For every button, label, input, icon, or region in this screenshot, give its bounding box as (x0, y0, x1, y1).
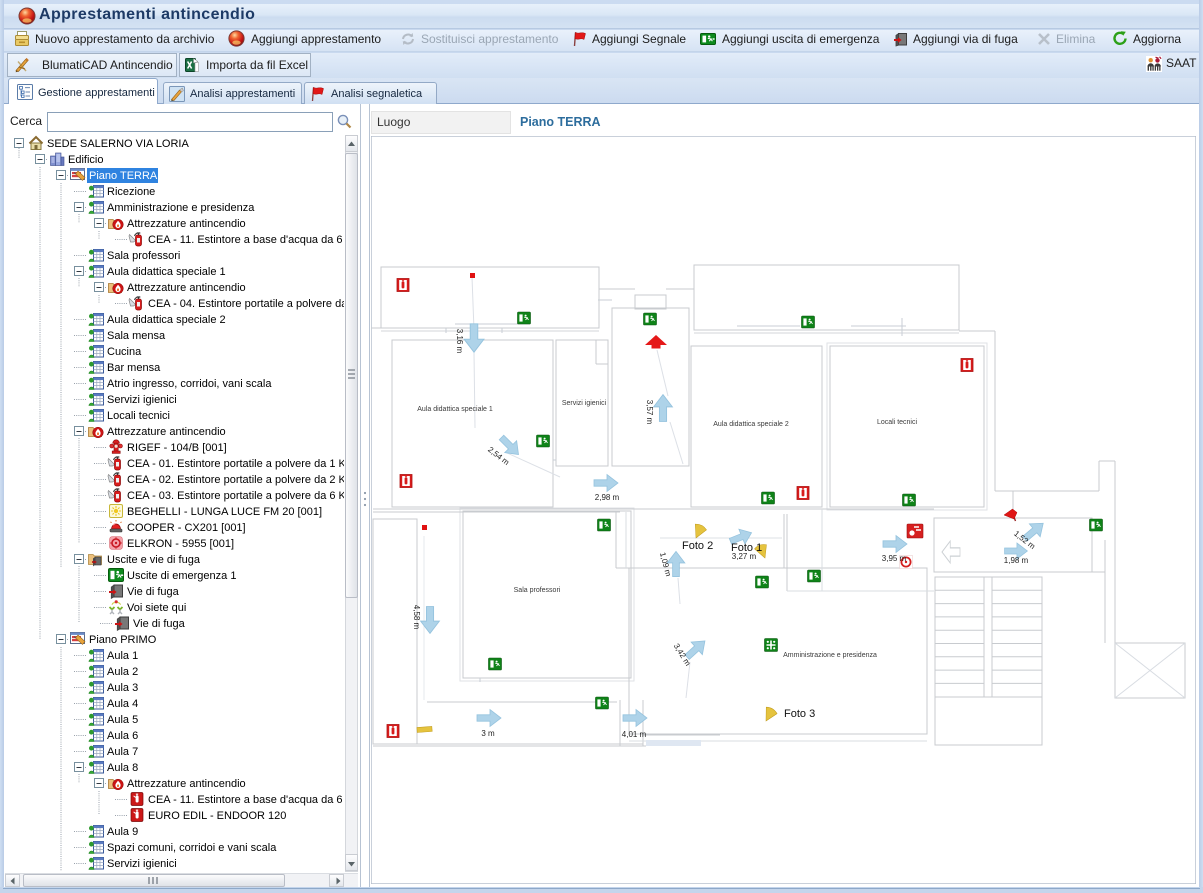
svg-text:Foto 2: Foto 2 (682, 540, 713, 552)
svg-text:Servizi igienici: Servizi igienici (107, 394, 177, 406)
svg-text:Uscite di emergenza 1: Uscite di emergenza 1 (127, 570, 236, 582)
svg-text:CEA - 11. Estintore a base d'a: CEA - 11. Estintore a base d'acqua da 6 … (148, 234, 344, 246)
svg-text:CEA - 04. Estintore portatile: CEA - 04. Estintore portatile a polvere … (148, 298, 344, 310)
svg-text:Uscite e vie di fuga: Uscite e vie di fuga (107, 554, 201, 566)
svg-text:3,16 m: 3,16 m (455, 329, 464, 354)
svg-text:Servizi igienici: Servizi igienici (562, 400, 607, 407)
svg-text:COOPER - CX201 [001]: COOPER - CX201 [001] (127, 522, 246, 534)
svg-text:Aula 3: Aula 3 (107, 682, 138, 694)
svg-text:Vie di fuga: Vie di fuga (127, 586, 180, 598)
svg-text:Spazi comuni, corridoi e vani: Spazi comuni, corridoi e vani scala (107, 842, 277, 854)
svg-text:BEGHELLI - LUNGA LUCE FM 20 [0: BEGHELLI - LUNGA LUCE FM 20 [001] (127, 506, 322, 518)
svg-text:CEA - 11. Estintore a base d'a: CEA - 11. Estintore a base d'acqua da 6 … (148, 794, 344, 806)
svg-text:Aula didattica speciale 1: Aula didattica speciale 1 (107, 266, 226, 278)
svg-text:CEA - 03. Estintore portatile: CEA - 03. Estintore portatile a polvere … (127, 490, 344, 502)
svg-text:Attrezzature antincendio: Attrezzature antincendio (127, 282, 246, 294)
svg-text:Foto 3: Foto 3 (784, 708, 815, 720)
svg-text:Foto 1: Foto 1 (731, 542, 762, 554)
svg-text:Sala mensa: Sala mensa (107, 330, 166, 342)
svg-text:Voi siete qui: Voi siete qui (127, 602, 186, 614)
svg-text:Attrezzature antincendio: Attrezzature antincendio (107, 426, 226, 438)
svg-text:Attrezzature antincendio: Attrezzature antincendio (127, 218, 246, 230)
svg-text:Aula 9: Aula 9 (107, 826, 138, 838)
svg-text:CEA - 01. Estintore portatile: CEA - 01. Estintore portatile a polvere … (127, 458, 344, 470)
svg-text:Ricezione: Ricezione (107, 186, 155, 198)
svg-text:Sala professori: Sala professori (514, 587, 561, 594)
svg-text:Sala professori: Sala professori (107, 250, 180, 262)
svg-text:SEDE SALERNO VIA LORIA: SEDE SALERNO VIA LORIA (47, 138, 189, 150)
svg-text:Servizi igienici: Servizi igienici (107, 858, 177, 870)
svg-text:Aula 8: Aula 8 (107, 762, 138, 774)
svg-text:Cucina: Cucina (107, 346, 142, 358)
svg-text:Aula 1: Aula 1 (107, 650, 138, 662)
svg-text:Aula 5: Aula 5 (107, 714, 138, 726)
svg-text:3,57 m: 3,57 m (645, 400, 654, 425)
svg-text:Aula didattica speciale 2: Aula didattica speciale 2 (713, 421, 789, 428)
svg-text:Piano PRIMO: Piano PRIMO (89, 634, 157, 646)
svg-text:EURO EDIL - ENDOOR 120: EURO EDIL - ENDOOR 120 (148, 810, 286, 822)
svg-text:Piano TERRA: Piano TERRA (89, 170, 158, 182)
svg-text:ELKRON - 5955 [001]: ELKRON - 5955 [001] (127, 538, 234, 550)
svg-text:Attrezzature antincendio: Attrezzature antincendio (127, 778, 246, 790)
svg-text:RIGEF - 104/B [001]: RIGEF - 104/B [001] (127, 442, 227, 454)
svg-text:Aula didattica speciale 1: Aula didattica speciale 1 (417, 406, 493, 413)
svg-text:Aula 7: Aula 7 (107, 746, 138, 758)
svg-text:Amministrazione e presidenza: Amministrazione e presidenza (107, 202, 255, 214)
svg-text:4,01 m: 4,01 m (622, 730, 647, 739)
svg-text:Aula 2: Aula 2 (107, 666, 138, 678)
svg-text:CEA - 02. Estintore portatile: CEA - 02. Estintore portatile a polvere … (127, 474, 344, 486)
svg-text:Atrio ingresso, corridoi, vani: Atrio ingresso, corridoi, vani scala (107, 378, 272, 390)
svg-text:2,98 m: 2,98 m (595, 493, 620, 502)
svg-text:4,58 m: 4,58 m (412, 605, 421, 630)
svg-text:Aula 4: Aula 4 (107, 698, 138, 710)
svg-text:Aula didattica speciale 2: Aula didattica speciale 2 (107, 314, 226, 326)
svg-text:Edificio: Edificio (68, 154, 103, 166)
svg-text:Aula 6: Aula 6 (107, 730, 138, 742)
svg-text:3,95 m: 3,95 m (882, 554, 907, 563)
svg-text:3 m: 3 m (481, 729, 495, 738)
svg-text:Locali tecnici: Locali tecnici (877, 419, 918, 426)
svg-text:1,98 m: 1,98 m (1004, 556, 1029, 565)
svg-text:Locali tecnici: Locali tecnici (107, 410, 170, 422)
svg-text:Vie di fuga: Vie di fuga (133, 618, 186, 630)
svg-text:Amministrazione e presidenza: Amministrazione e presidenza (783, 652, 877, 659)
svg-text:Bar mensa: Bar mensa (107, 362, 161, 374)
